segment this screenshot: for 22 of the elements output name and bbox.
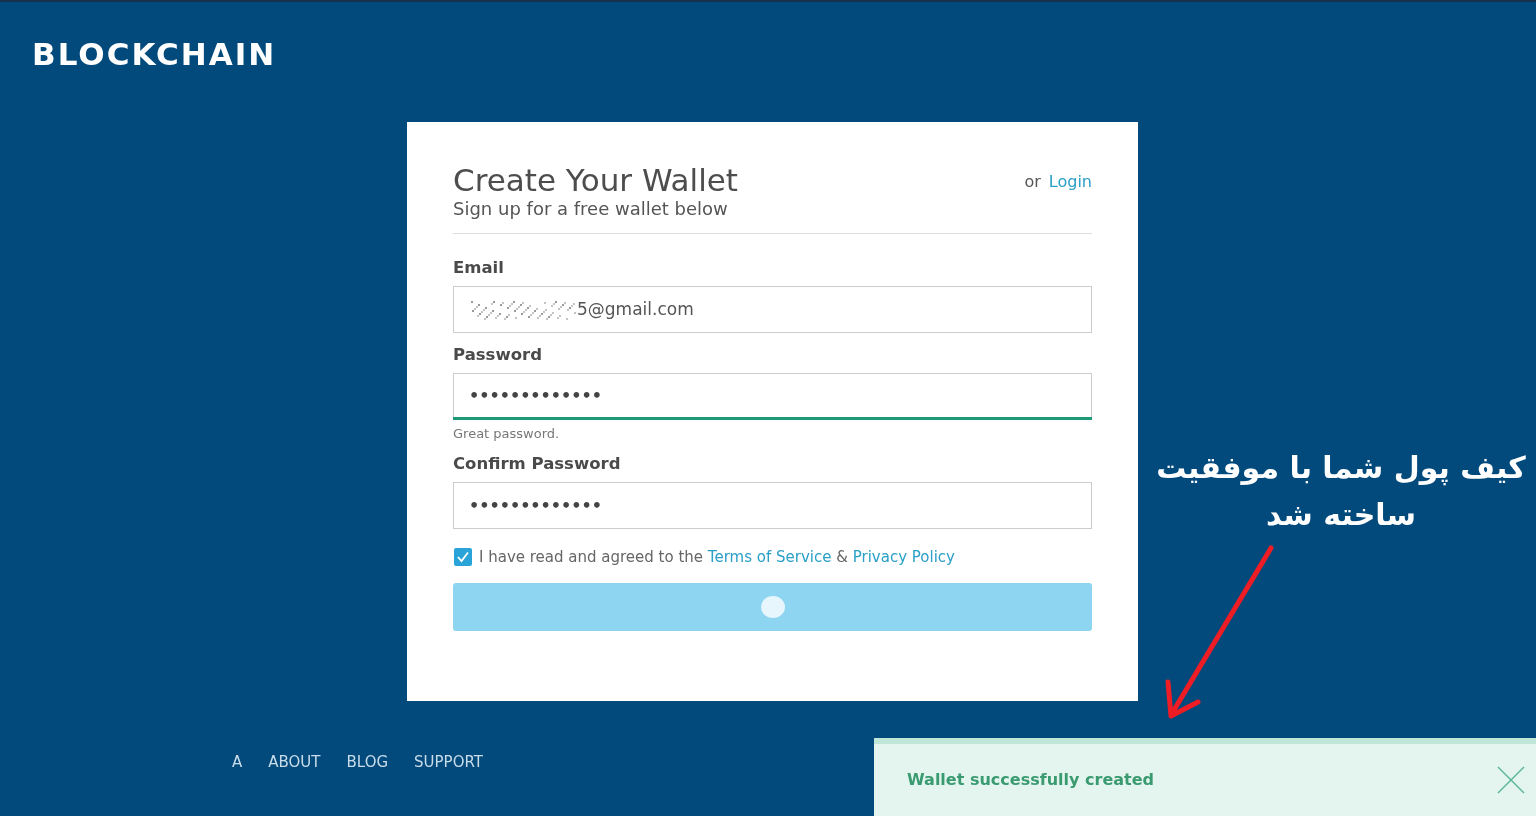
close-icon bbox=[1497, 766, 1525, 794]
toast-message: Wallet successfully created bbox=[907, 770, 1154, 790]
checkbox[interactable] bbox=[454, 548, 472, 566]
close-button[interactable] bbox=[1496, 765, 1526, 795]
annotation-text: کیف پول شما با موفقیت ساخته شد bbox=[1155, 449, 1527, 534]
field-label: Password bbox=[453, 345, 543, 365]
form-subtitle: Sign up for a free wallet below bbox=[453, 198, 729, 220]
footer-link[interactable]: ABOUT bbox=[268, 752, 321, 772]
checkmark-icon bbox=[456, 551, 470, 563]
password-field[interactable]: ••••••••••••• bbox=[453, 373, 1092, 417]
field-label: Confirm Password bbox=[453, 454, 622, 474]
logo-wordmark[interactable]: BLOCKCHAIN bbox=[32, 36, 277, 72]
footer-link[interactable]: SUPPORT bbox=[414, 752, 483, 772]
or-text: or bbox=[1024, 172, 1041, 192]
password-hint: Great password. bbox=[453, 426, 561, 442]
agreement-text: I have read and agreed to the Terms of Service & Privacy Policy bbox=[479, 547, 955, 567]
form-title: Create Your Wallet bbox=[453, 162, 738, 198]
field-label: Email bbox=[453, 258, 505, 278]
email-field[interactable]: 5@gmail.com bbox=[453, 286, 1092, 333]
footer-link[interactable]: BLOG bbox=[346, 752, 389, 772]
footer-link[interactable]: A bbox=[232, 752, 243, 772]
password-field[interactable]: ••••••••••••• bbox=[453, 482, 1092, 529]
